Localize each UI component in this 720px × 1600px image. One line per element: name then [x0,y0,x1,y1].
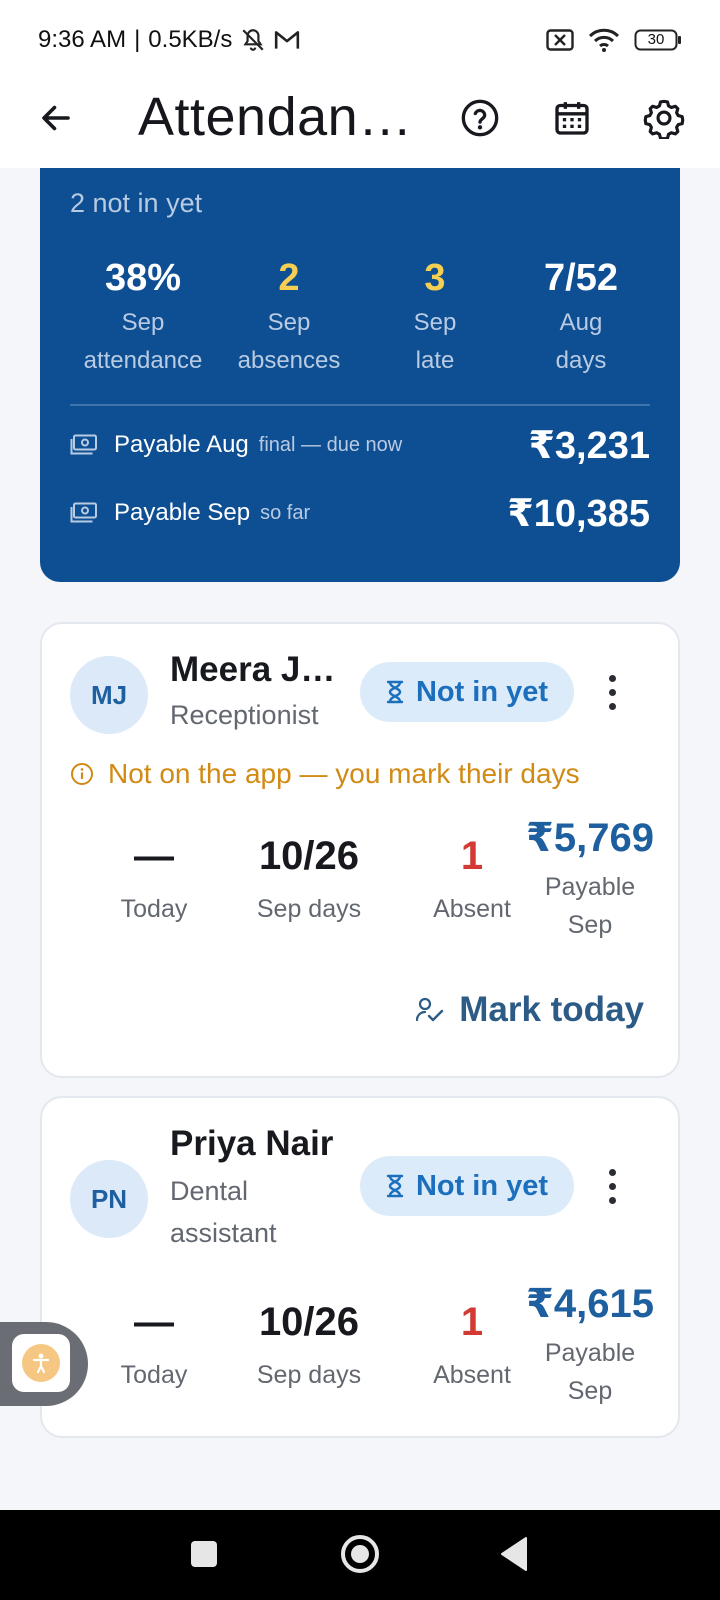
no-sim-icon [546,29,574,51]
avatar: PN [70,1160,148,1238]
metric-label: Payable Sep [544,873,636,939]
metric-label: Payable Sep [544,1339,636,1405]
accessibility-button[interactable] [0,1322,88,1406]
more-options-button[interactable] [592,1156,632,1216]
metric-label: Today [120,895,188,923]
payable-label: Payable Aug [114,431,249,458]
stat-label: Aug days [555,309,607,374]
arrow-back-icon [42,105,70,131]
metric-today: — Today [94,1298,214,1394]
stat-late: 3 Sep late [362,256,508,380]
payable-sep-row: Payable Sep so far ₹10,385 [70,488,650,538]
payable-sublabel: so far [260,501,311,524]
help-icon [461,99,499,137]
money-icon [70,502,97,523]
metric-value: — [134,1300,174,1344]
employee-role: Dental assistant [170,1176,277,1248]
stat-attendance: 38% Sep attendance [70,256,216,380]
stat-label: Sep absences [237,309,341,374]
payable-amount: ₹3,231 [528,424,650,467]
more-options-button[interactable] [592,662,632,722]
gmail-icon [274,29,300,51]
status-bar: 9:36 AM | 0.5KB/s 30 [0,0,720,80]
payable-sublabel: final — due now [258,433,403,456]
summary-card: 2 not in yet 38% Sep attendance 2 Sep abse… [40,168,680,582]
metric-payable: ₹5,769 Payable Sep [520,814,660,944]
stat-label: Sep late [413,309,457,374]
back-nav-button[interactable] [500,1536,528,1577]
triangle-back-icon [501,1537,527,1571]
summary-divider [70,404,650,406]
employee-name: Priya Nair [170,1124,334,1163]
status-badge: Not in yet [360,1156,574,1216]
home-circle-icon [341,1535,379,1573]
hourglass-icon [386,1174,404,1198]
info-icon [71,763,93,785]
metric-label: Sep days [256,1361,362,1389]
stat-value: 2 [278,257,300,299]
money-icon [70,434,97,455]
employee-metrics: — Today 10/26 Sep days 1 Absent ₹4,615 P… [72,1282,654,1436]
not-in-yet-count: 2 not in yet [70,188,203,218]
employee-card[interactable]: MJ Meera J… Receptionist Not in yet Not … [40,622,680,1078]
employee-metrics: — Today 10/26 Sep days 1 Absent ₹5,769 P… [72,816,654,970]
status-separator: | [134,26,141,53]
notifications-off-icon [240,27,266,53]
metric-sep-days: 10/26 Sep days [234,1298,384,1394]
help-button[interactable] [454,92,506,144]
metric-sep-days: 10/26 Sep days [234,832,384,928]
battery-icon: 30 [634,28,682,52]
avatar: MJ [70,656,148,734]
payable-label: Payable Sep [114,499,251,526]
app-bar: Attendan… [0,80,720,168]
stat-label: Sep attendance [83,309,203,374]
calendar-icon [555,102,589,135]
battery-level: 30 [647,31,665,48]
stat-aug-days: 7/52 Aug days [508,256,654,380]
status-label: Not in yet [415,1169,549,1202]
stat-value: 7/52 [544,257,618,299]
status-time: 9:36 AM [38,26,127,53]
mark-today-button[interactable]: Mark today [415,990,644,1030]
page-title: Attendan… [138,87,413,147]
accessibility-button-inner [12,1334,70,1392]
settings-icon [643,99,685,139]
payable-amount: ₹10,385 [507,492,650,535]
warning-text: Not on the app — you mark their days [108,758,580,789]
hourglass-icon [386,680,404,704]
stat-value: 38% [104,257,182,299]
metric-today: — Today [94,832,214,928]
settings-button[interactable] [638,92,690,144]
recents-button[interactable] [190,1540,218,1573]
employee-role: Receptionist [170,700,319,730]
summary-stats: 38% Sep attendance 2 Sep absences 3 Sep lat… [70,256,654,380]
network-speed: 0.5KB/s [148,26,233,53]
stat-absences: 2 Sep absences [216,256,362,380]
accessibility-icon [22,1344,60,1382]
wifi-icon [588,28,620,52]
metric-value: 10/26 [258,834,360,878]
square-icon [191,1541,217,1567]
status-badge: Not in yet [360,662,574,722]
metric-label: Sep days [256,895,362,923]
payable-aug-row: Payable Aug final — due now ₹3,231 [70,420,650,470]
metric-value: 10/26 [258,1300,360,1344]
mark-today-label: Mark today [459,990,644,1029]
stat-value: 3 [424,257,446,299]
metric-value: ₹4,615 [526,1282,654,1326]
metric-payable: ₹4,615 Payable Sep [520,1280,660,1410]
status-label: Not in yet [415,675,549,708]
system-nav-bar [0,1510,720,1600]
person-check-icon [416,997,444,1022]
employee-card[interactable]: PN Priya Nair Dental assistant Not in yet… [40,1096,680,1438]
metric-value: ₹5,769 [526,816,654,860]
not-on-app-warning: Not on the app — you mark their days [70,758,580,790]
employee-name: Meera J… [170,650,336,689]
metric-label: Today [120,1361,188,1389]
calendar-button[interactable] [546,92,598,144]
metric-value: — [134,834,174,878]
back-button[interactable] [32,94,80,142]
home-button[interactable] [340,1534,380,1579]
